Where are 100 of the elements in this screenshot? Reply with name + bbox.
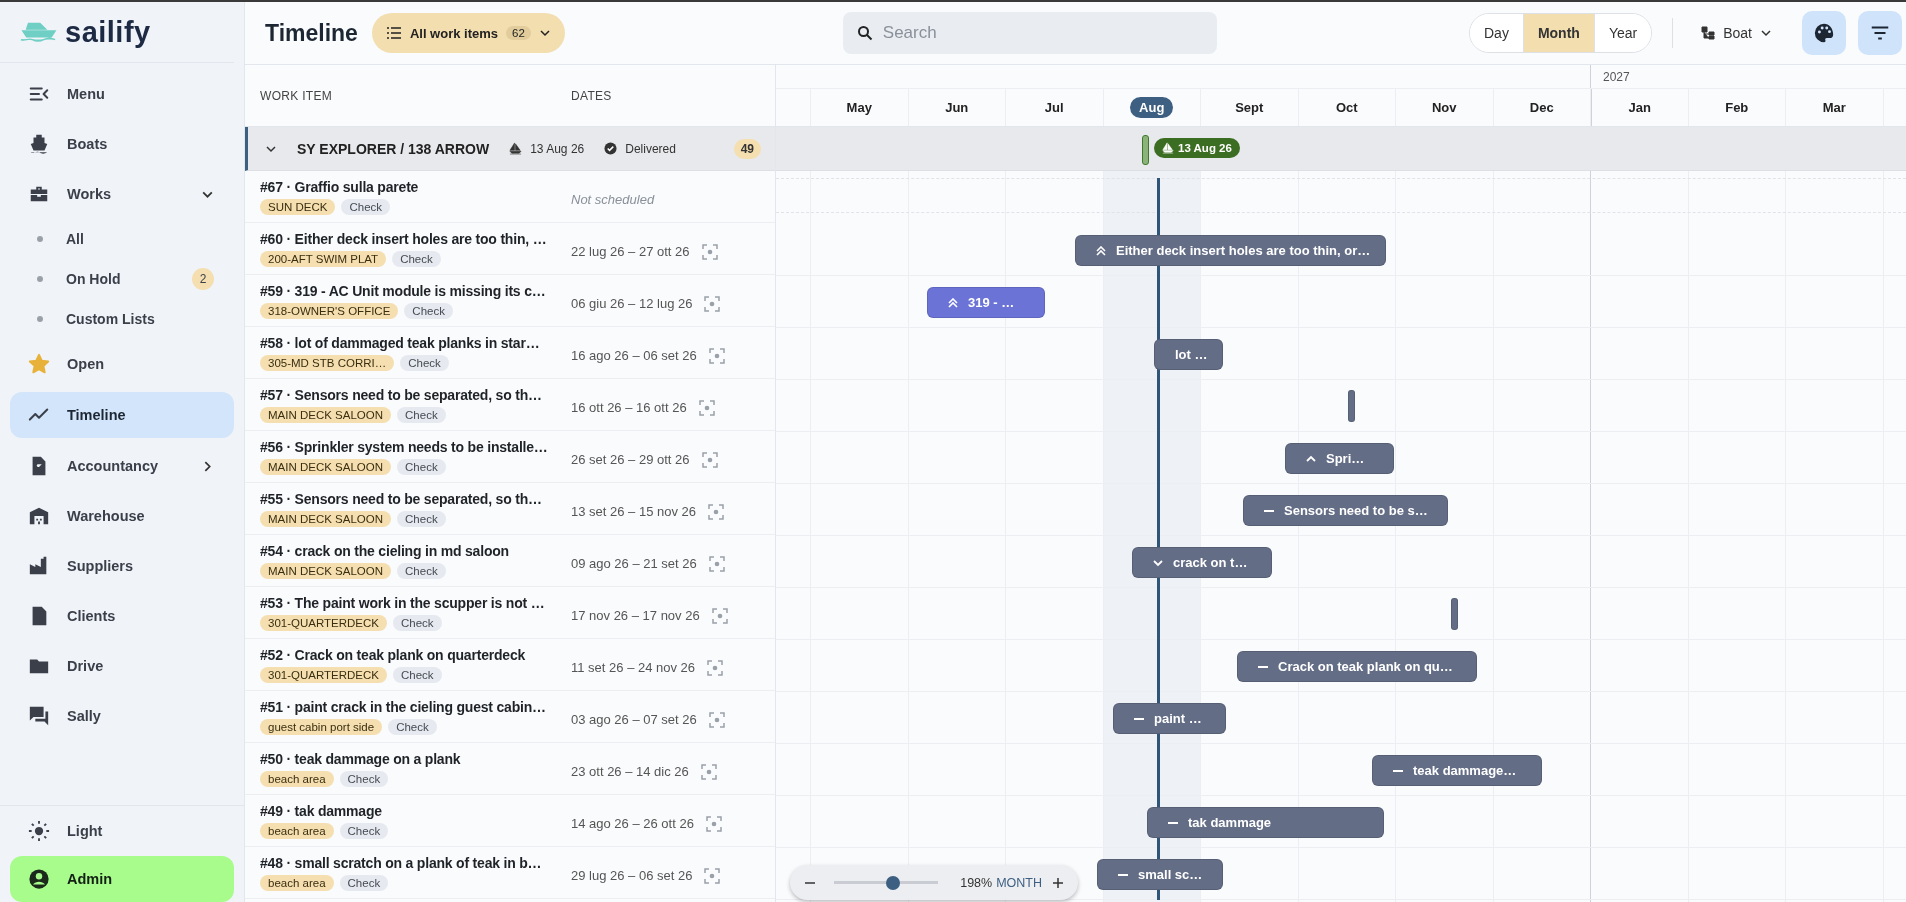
work-item-title: #58 · lot of dammaged teak planks in star… [260,334,541,351]
work-item-row[interactable]: #67 · Graffio sulla parete SUN DECK Check Not scheduled [245,171,775,223]
month-label: May [845,99,873,117]
sidebar-item[interactable]: Sally [10,691,234,741]
timeline-bar[interactable]: Spri… [1285,443,1394,474]
focus-icon[interactable] [705,815,722,832]
timeline-bar[interactable]: 319 - … [927,287,1045,318]
work-item-title: #57 · Sensors need to be separated, so th… [260,386,543,403]
month-label: Sept [1234,99,1265,117]
work-item-row[interactable]: #57 · Sensors need to be separated, so th… MAIN DECK SALOON Check 16 ott 26 – 16 ott 26 [245,379,775,431]
work-item-row[interactable]: #55 · Sensors need to be separated, so th… MAIN DECK SALOON Check 13 set 26 – 15 nov 26 [245,483,775,535]
page-title: Timeline [265,19,358,47]
group-row[interactable]: SY EXPLORER / 138 ARROW 13 Aug 26 Delivered 49 [245,127,775,171]
focus-icon[interactable] [708,711,725,728]
search-icon [856,25,873,41]
bullet-icon [37,236,43,242]
view-tab[interactable]: Day [1470,14,1523,52]
user-button[interactable]: Admin [10,856,234,902]
work-item-row[interactable]: #52 · Crack on teak plank on quarterdeck 301-QUARTERDECK Check 11 set 26 – 24 nov 26 [245,639,775,691]
area-tag: 200-AFT SWIM PLAT [260,250,387,267]
sidebar-item[interactable]: Drive [10,641,234,691]
work-item-row[interactable]: #51 · paint crack in the cieling guest cabin… guest cabin port side Check 03 ago 26 – 07 set 26 [245,691,775,743]
sidebar-item[interactable]: Timeline [10,392,234,438]
work-item-title: #51 · paint crack in the cieling guest cabin… [260,698,547,715]
sidebar-item[interactable]: Clients [10,591,234,641]
timeline-bar[interactable] [1348,390,1355,422]
date-range: 16 ott 26 – 16 ott 26 [571,400,687,415]
work-item-row[interactable]: #56 · Sprinkler system needs to be installe… MAIN DECK SALOON Check 26 set 26 – 29 ott 26 [245,431,775,483]
sidebar-item[interactable]: Warehouse [10,491,234,541]
double-chevron-up-icon [1096,245,1106,256]
focus-icon[interactable] [708,347,725,364]
month-label: Jan [1627,99,1652,117]
type-tag: Check [404,302,453,319]
timeline-bar[interactable]: small sc… [1097,859,1223,890]
area-tag: beach area [260,770,334,787]
group-by-dropdown[interactable]: Boat [1693,25,1780,41]
slider-thumb[interactable] [886,875,901,890]
focus-icon[interactable] [708,503,725,520]
timeline-bar[interactable]: Crack on teak plank on qu… [1237,651,1477,682]
date-range: 17 nov 26 – 17 nov 26 [571,608,700,623]
type-tag: Check [339,874,389,891]
timeline-bar[interactable]: Sensors need to be s… [1243,495,1448,526]
focus-icon[interactable] [704,295,721,312]
column-header: WORK ITEM [259,88,334,103]
timeline-bar[interactable]: paint … [1113,703,1226,734]
focus-icon[interactable] [704,867,721,884]
view-tab[interactable]: Month [1522,14,1594,52]
filter-button[interactable] [1858,11,1902,55]
sidebar-item[interactable]: Open [10,339,234,389]
star-icon [28,353,50,375]
year-label: 2027 [1602,69,1630,84]
area-tag: MAIN DECK SALOON [260,562,392,579]
sidebar-subitem[interactable]: On Hold 2 [10,259,234,299]
work-item-row[interactable]: #60 · Either deck insert holes are too thin, … 200-AFT SWIM PLAT Check 22 lug 26 – 27 ott 26 [245,223,775,275]
ship-icon [28,133,50,155]
sidebar-item[interactable]: Boats [10,119,234,169]
focus-icon[interactable] [708,555,725,572]
sidebar-item[interactable]: Works [10,169,234,219]
sidebar-item[interactable]: Accountancy [10,441,234,491]
date-range: 06 giu 26 – 12 lug 26 [571,296,693,311]
sailboat-icon [509,142,523,155]
sidebar-item[interactable]: Menu [10,69,234,119]
count-badge: 62 [506,26,531,40]
work-item-row[interactable]: #58 · lot of dammaged teak planks in star… 305-MD STB CORRI… Check 16 ago 26 – 06 set 26 [245,327,775,379]
sidebar-subitem[interactable]: Custom Lists [10,299,234,339]
timeline-bar[interactable]: tak dammage [1147,807,1384,838]
area-tag: beach area [260,874,334,891]
date-range: 26 set 26 – 29 ott 26 [571,452,690,467]
hierarchy-icon [1701,26,1716,40]
work-item-row[interactable]: #54 · crack on the cieling in md saloon MAIN DECK SALOON Check 09 ago 26 – 21 set 26 [245,535,775,587]
date-range: Not scheduled [571,192,655,207]
area-tag: SUN DECK [260,198,336,215]
timeline-bar[interactable] [1451,598,1458,630]
focus-icon[interactable] [698,399,715,416]
theme-toggle[interactable]: Light [10,808,234,854]
timeline-bar[interactable]: Either deck insert holes are too thin, or… [1075,235,1386,266]
timeline-bar[interactable]: crack on t… [1132,547,1272,578]
type-tag: Check [393,666,442,683]
focus-icon[interactable] [707,659,724,676]
palette-button[interactable] [1802,11,1846,55]
work-item-title: #53 · The paint work in the scupper is not … [260,594,546,611]
timeline-bar[interactable]: lot … [1154,339,1223,370]
date-range: 16 ago 26 – 06 set 26 [571,348,697,363]
focus-icon[interactable] [701,243,718,260]
work-item-row[interactable]: #48 · small scratch on a plank of teak in b… beach area Check 29 lug 26 – 06 set 26 [245,847,775,899]
focus-icon[interactable] [701,451,718,468]
plus-icon[interactable] [1052,876,1064,889]
work-item-row[interactable]: #50 · teak dammage on a plank beach area Check 23 ott 26 – 14 dic 26 [245,743,775,795]
view-tab[interactable]: Year [1593,14,1652,52]
sidebar-item[interactable]: Suppliers [10,541,234,591]
search-field[interactable]: Search [842,12,1217,54]
sidebar-subitem[interactable]: All [10,219,234,259]
focus-icon[interactable] [711,607,728,624]
timeline-bar[interactable]: teak dammage… [1372,755,1542,786]
work-item-row[interactable]: #49 · tak dammage beach area Check 14 ago 26 – 26 ott 26 [245,795,775,847]
work-items-dropdown[interactable]: All work items 62 [371,13,565,53]
work-item-row[interactable]: #53 · The paint work in the scupper is not … 301-QUARTERDECK Check 17 nov 26 – 17 nov 26 [245,587,775,639]
bullet-icon [37,276,43,282]
work-item-row[interactable]: #59 · 319 - AC Unit module is missing its c… 318-OWNER'S OFFICE Check 06 giu 26 – 12 lug 26 [245,275,775,327]
focus-icon[interactable] [700,763,717,780]
